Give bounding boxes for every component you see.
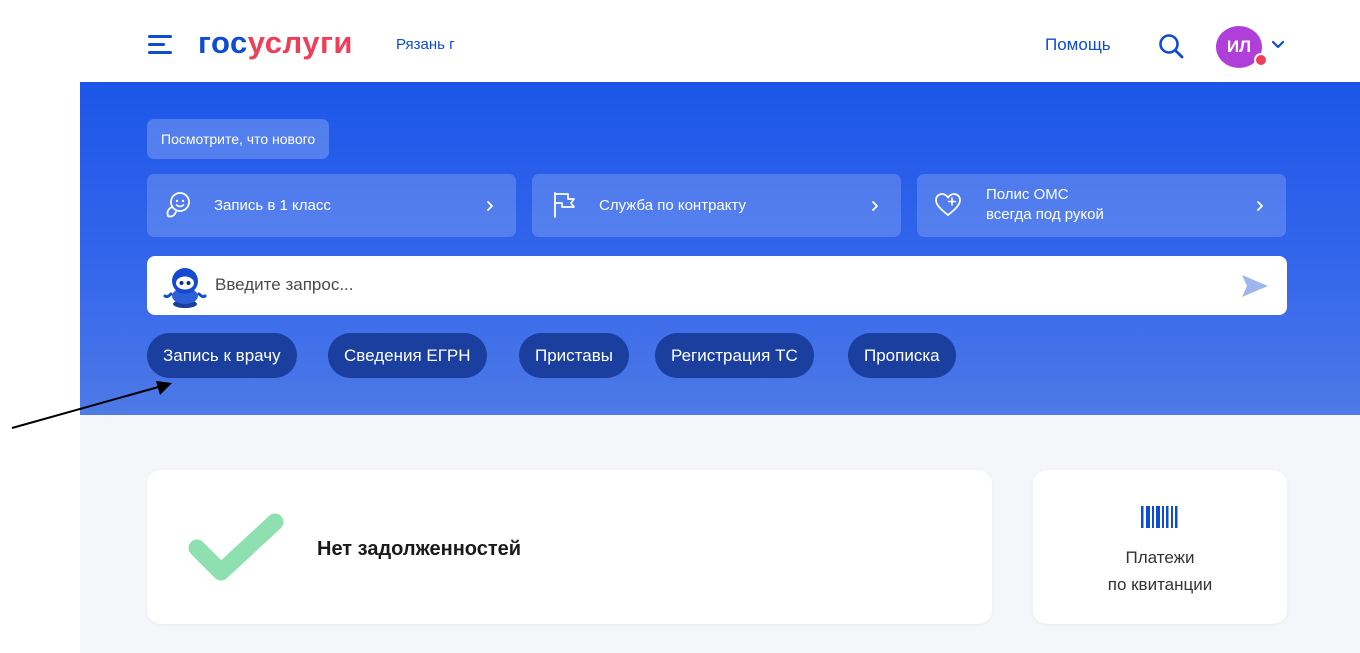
debt-status-card: Нет задолженностей bbox=[147, 470, 992, 624]
promo-label: Полис ОМС всегда под рукой bbox=[986, 185, 1104, 225]
menu-icon[interactable] bbox=[148, 33, 174, 55]
logo-part-gos: гос bbox=[198, 25, 248, 60]
search-box[interactable] bbox=[147, 256, 1287, 315]
chevron-right-icon bbox=[487, 201, 493, 211]
region-selector[interactable]: Рязань г bbox=[396, 36, 455, 53]
help-link[interactable]: Помощь bbox=[1045, 35, 1111, 55]
promo-label-line2: всегда под рукой bbox=[986, 206, 1104, 223]
flag-icon bbox=[554, 192, 575, 218]
promo-label-line1: Полис ОМС bbox=[986, 186, 1069, 203]
send-icon[interactable] bbox=[1240, 272, 1270, 300]
barcode-icon bbox=[1141, 506, 1178, 528]
robot-assistant-icon bbox=[163, 268, 207, 308]
receipt-payment-line1: Платежи bbox=[1125, 548, 1195, 567]
child-smile-icon bbox=[166, 192, 190, 218]
receipt-payment-line2: по квитанции bbox=[1107, 575, 1213, 594]
chevron-right-icon bbox=[1257, 201, 1263, 211]
promo-first-grade[interactable]: Запись в 1 класс bbox=[147, 174, 516, 237]
promo-label: Запись в 1 класс bbox=[214, 197, 331, 214]
chevron-right-icon bbox=[872, 201, 878, 211]
header: госуслуги Рязань г Помощь ИЛ bbox=[0, 0, 1360, 86]
chip-vehicle-registration[interactable]: Регистрация ТС bbox=[655, 333, 814, 378]
heart-plus-icon bbox=[935, 193, 961, 216]
promo-oms-policy[interactable]: Полис ОМС всегда под рукой bbox=[917, 174, 1286, 237]
promo-contract-service[interactable]: Служба по контракту bbox=[532, 174, 901, 237]
checkmark-icon bbox=[188, 513, 284, 581]
promo-label: Служба по контракту bbox=[599, 197, 747, 214]
chip-egrn-info[interactable]: Сведения ЕГРН bbox=[328, 333, 487, 378]
search-input[interactable] bbox=[213, 266, 1213, 304]
chip-residence-registration[interactable]: Прописка bbox=[848, 333, 956, 378]
notification-dot bbox=[1254, 53, 1268, 67]
chip-doctor-appointment[interactable]: Запись к врачу bbox=[147, 333, 297, 378]
search-icon[interactable] bbox=[1157, 32, 1185, 60]
chip-bailiffs[interactable]: Приставы bbox=[519, 333, 629, 378]
receipt-payment-card[interactable]: Платежи по квитанции bbox=[1033, 470, 1287, 624]
logo[interactable]: госуслуги bbox=[198, 24, 353, 62]
debt-status-text: Нет задолженностей bbox=[317, 538, 522, 560]
chevron-down-icon[interactable] bbox=[1271, 40, 1285, 50]
whats-new-button[interactable]: Посмотрите, что нового bbox=[147, 119, 330, 159]
logo-part-uslugi: услуги bbox=[247, 25, 353, 60]
receipt-payment-label: Платежи по квитанции bbox=[1033, 544, 1287, 598]
